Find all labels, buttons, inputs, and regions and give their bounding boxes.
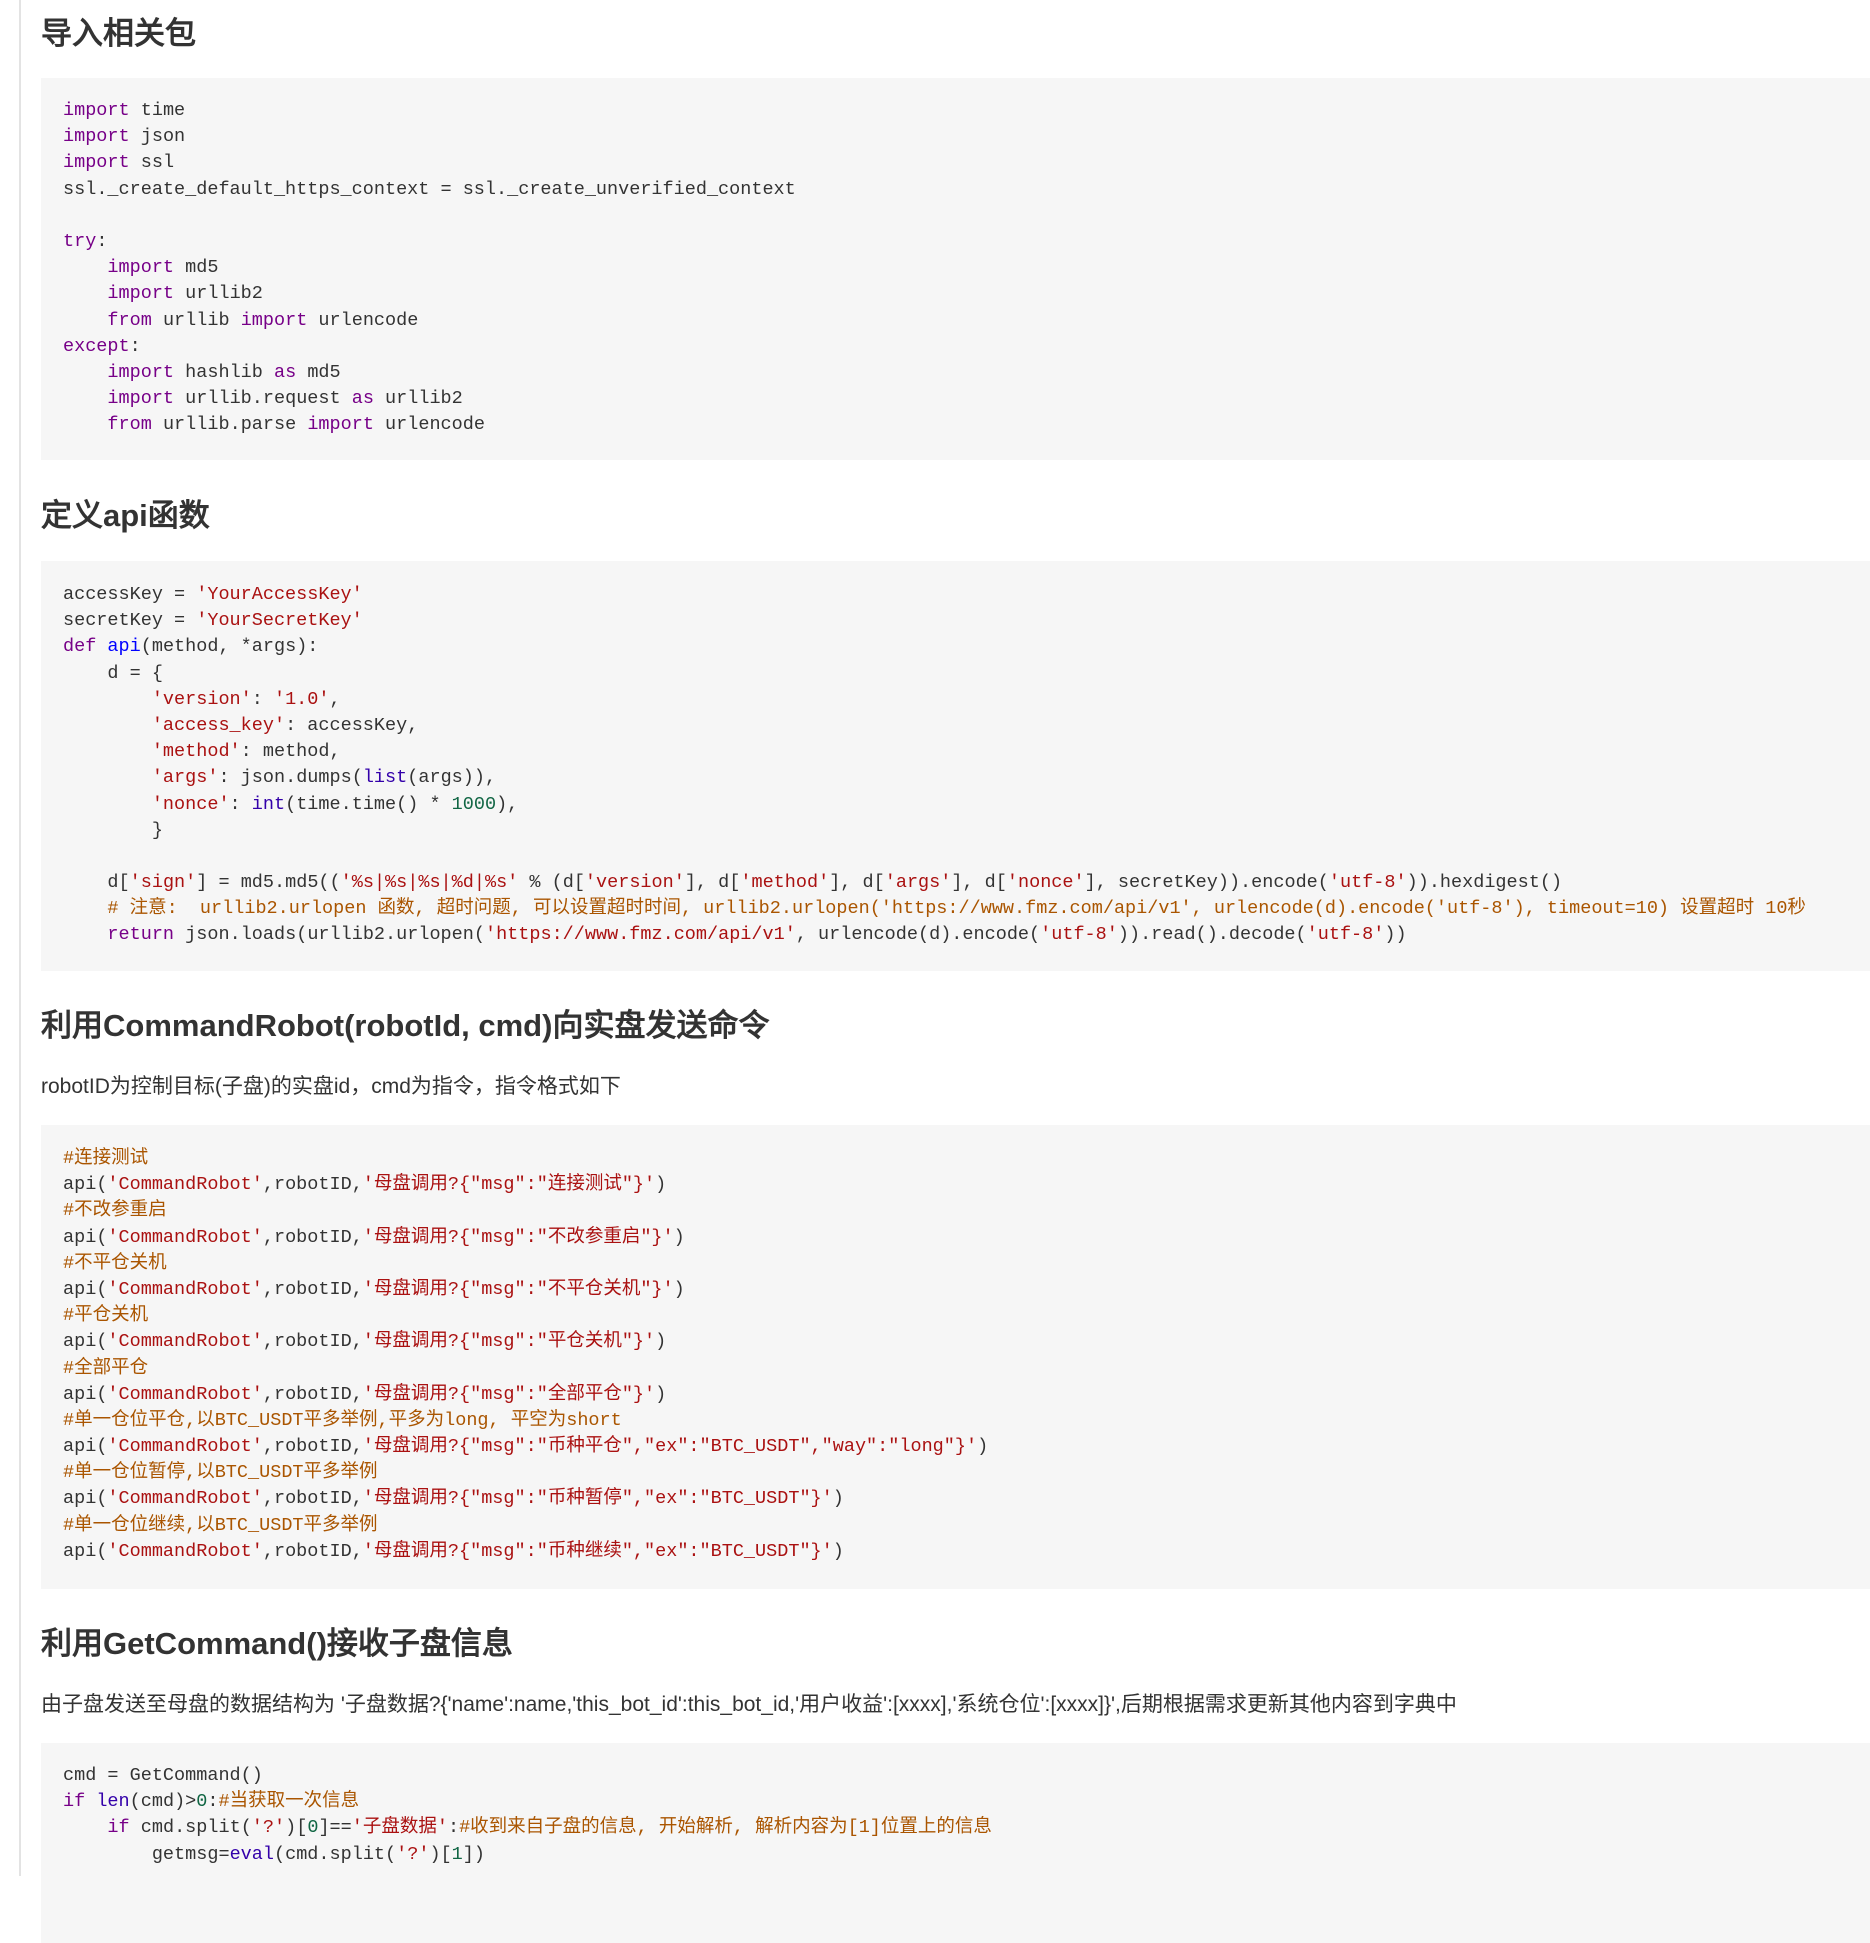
code-block-command-robot: #连接测试 api('CommandRobot',robotID,'母盘调用?{"… (41, 1125, 1870, 1589)
code-line: d['sign'] = md5.md5(('%s|%s|%s|%d|%s' % … (107, 872, 1563, 894)
code-line: #单一仓位暂停,以BTC_USDT平多举例 (63, 1462, 378, 1484)
code-line: from urllib.parse import urlencode (107, 414, 485, 436)
code-line: #全部平仓 (63, 1357, 149, 1379)
code-line: 'version': '1.0', (151, 688, 341, 710)
get-command-description: 由子盘发送至母盘的数据结构为 '子盘数据?{'name':name,'this_… (41, 1693, 1457, 1716)
code-line: def api(method, *args): (63, 636, 319, 658)
code-line: import json (63, 126, 186, 148)
code-block-get-command: cmd = GetCommand() if len(cmd)>0:#当获取一次信息… (41, 1743, 1870, 1943)
code-line: api('CommandRobot',robotID,'母盘调用?{"msg":… (63, 1174, 667, 1196)
code-line: api('CommandRobot',robotID,'母盘调用?{"msg":… (63, 1540, 844, 1562)
code-line: api('CommandRobot',robotID,'母盘调用?{"msg":… (63, 1436, 989, 1458)
code-line: import hashlib as md5 (107, 361, 341, 383)
code-line: import time (63, 100, 186, 121)
code-line: if len(cmd)>0:#当获取一次信息 (63, 1791, 360, 1813)
code-line: import ssl (63, 152, 175, 174)
code-line: #平仓关机 (63, 1305, 149, 1327)
code-line: return json.loads(urllib2.urlopen('https… (107, 924, 1407, 946)
left-border-rule (19, 0, 21, 1876)
code-line: try: (63, 230, 108, 252)
heading-define-api: 定义api函数 (41, 498, 210, 533)
code-line: api('CommandRobot',robotID,'母盘调用?{"msg":… (63, 1278, 685, 1300)
code-line: #不改参重启 (63, 1200, 167, 1222)
code-line: # 注意: urllib2.urlopen 函数, 超时问题, 可以设置超时时间… (107, 898, 1806, 920)
code-line: 'nonce': int(time.time() * 1000), (151, 793, 519, 815)
code-block-api-function: accessKey = 'YourAccessKey' secretKey = '… (41, 561, 1870, 971)
code-line: api('CommandRobot',robotID,'母盘调用?{"msg":… (63, 1331, 667, 1353)
code-line: from urllib import urlencode (107, 309, 419, 331)
code-line: } (63, 819, 163, 841)
code-line: 'method': method, (151, 741, 341, 763)
code-line: api('CommandRobot',robotID,'母盘调用?{"msg":… (63, 1226, 685, 1248)
code-line: d = { (107, 662, 163, 684)
command-robot-description: robotID为控制目标(子盘)的实盘id，cmd为指令，指令格式如下 (41, 1075, 621, 1098)
code-line: if cmd.split('?')[0]=='子盘数据':#收到来自子盘的信息,… (107, 1817, 992, 1839)
code-line: #单一仓位继续,以BTC_USDT平多举例 (63, 1514, 378, 1536)
code-line: #连接测试 (63, 1148, 149, 1169)
code-line: api('CommandRobot',robotID,'母盘调用?{"msg":… (63, 1383, 667, 1405)
code-line: accessKey = 'YourAccessKey' (63, 584, 363, 605)
code-line: ssl._create_default_https_context = ssl.… (63, 178, 796, 200)
code-line: import urllib.request as urllib2 (107, 388, 463, 410)
heading-get-command: 利用GetCommand()接收子盘信息 (41, 1626, 513, 1661)
code-block-imports: import time import json import ssl ssl._cre… (41, 78, 1870, 460)
code-line: import urllib2 (107, 283, 263, 305)
heading-command-robot: 利用CommandRobot(robotId, cmd)向实盘发送命令 (41, 1008, 770, 1043)
code-line: 'args': json.dumps(list(args)), (151, 767, 497, 789)
code-line: api('CommandRobot',robotID,'母盘调用?{"msg":… (63, 1488, 844, 1510)
code-line: except: (63, 335, 141, 357)
heading-import-packages: 导入相关包 (41, 16, 196, 51)
code-line: import md5 (107, 257, 219, 279)
code-line: cmd = GetCommand() (63, 1765, 263, 1786)
code-line: getmsg=eval(cmd.split('?')[1]) (151, 1843, 485, 1865)
code-line: secretKey = 'YourSecretKey' (63, 610, 363, 632)
code-line: 'access_key': accessKey, (151, 714, 419, 736)
code-line: #单一仓位平仓,以BTC_USDT平多举例,平多为long, 平空为short (63, 1409, 622, 1431)
code-line: #不平仓关机 (63, 1252, 167, 1274)
